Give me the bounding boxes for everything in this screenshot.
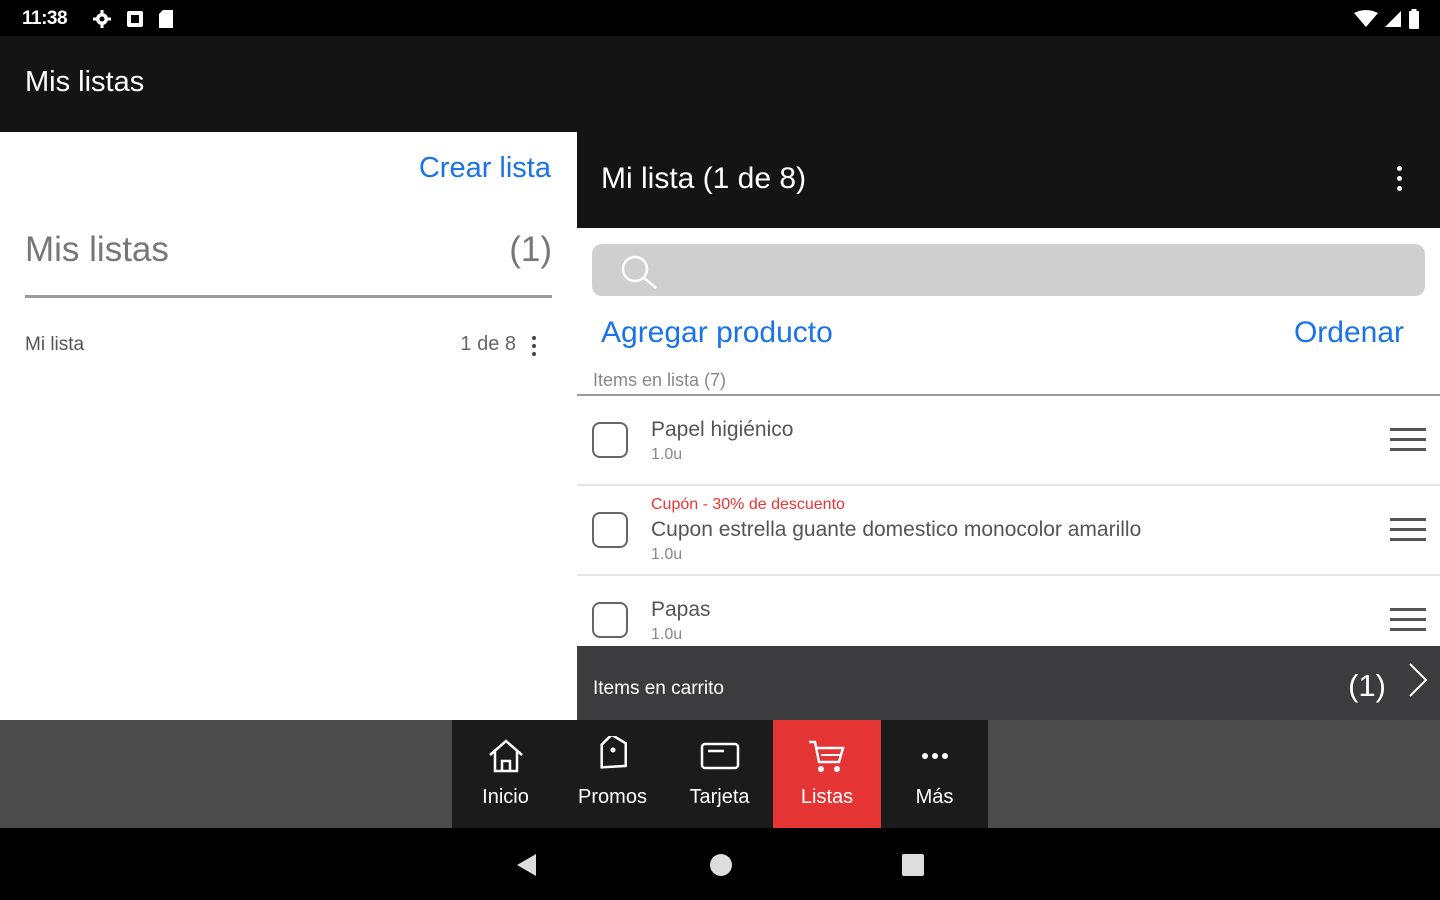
items-count-label: Items en lista (7) [593,370,727,390]
list-item-overflow-icon[interactable] [526,328,542,364]
nav-label: Inicio [482,786,529,808]
search-icon [621,255,657,289]
system-nav-bar [0,828,1440,900]
list-item-name: Mi lista [25,334,85,355]
signal-icon [1385,11,1401,27]
create-list-button[interactable]: Crear lista [419,152,551,185]
search-input[interactable] [672,252,1412,288]
item-name: Cupon estrella guante domestico monocolo… [651,518,1142,541]
list-item-row[interactable]: Papas 1.0u [577,576,1440,646]
list-detail-title: Mi lista (1 de 8) [601,162,807,195]
item-coupon: Cupón - 30% de descuento [651,496,845,513]
list-item-count: 1 de 8 [460,333,516,355]
drag-handle-icon[interactable] [1390,608,1426,631]
nav-item-listas[interactable]: Listas [773,720,881,828]
list-item[interactable]: Mi lista 1 de 8 [25,328,552,364]
cart-count: (1) [1348,668,1386,703]
nav-item-mas[interactable]: Más [881,720,988,828]
drag-handle-icon[interactable] [1390,428,1426,451]
home-nav-icon[interactable] [708,852,734,878]
overflow-menu-icon[interactable] [1397,166,1402,191]
cart-icon [807,736,847,776]
notification-icon [127,11,143,27]
promo-tag-icon [593,736,633,776]
sort-button[interactable]: Ordenar [1294,316,1404,350]
recents-icon[interactable] [900,852,926,878]
list-item-row[interactable]: Cupón - 30% de descuento Cupon estrella … [577,486,1440,576]
nav-label: Tarjeta [689,786,750,808]
status-icons-left [92,9,174,29]
lists-header: Mis listas (1) [25,230,552,298]
app-title: Mis listas [25,66,145,98]
item-name: Papel higiénico [651,418,794,441]
lists-header-title: Mis listas [25,230,169,269]
list-detail-header: Mi lista (1 de 8) [577,132,1440,228]
cart-bar[interactable]: Items en carrito (1) [577,646,1440,720]
item-name: Papas [651,598,711,621]
card-icon [700,736,740,776]
nav-item-inicio[interactable]: Inicio [452,720,559,828]
nav-item-promos[interactable]: Promos [559,720,666,828]
sd-card-icon [159,10,173,28]
item-checkbox[interactable] [592,422,628,458]
add-product-button[interactable]: Agregar producto [601,316,833,350]
lists-header-count: (1) [509,230,552,269]
item-checkbox[interactable] [592,602,628,638]
chevron-right-icon [1409,663,1428,697]
settings-icon [93,10,111,28]
item-qty: 1.0u [651,546,683,563]
nav-item-tarjeta[interactable]: Tarjeta [666,720,773,828]
nav-label: Más [915,786,954,808]
item-qty: 1.0u [651,626,683,643]
nav-label: Promos [578,786,647,808]
list-detail-panel: Mi lista (1 de 8) Agregar producto Orden… [577,132,1440,720]
status-time: 11:38 [22,8,68,29]
app-bar: Mis listas [0,36,1440,132]
wifi-icon [1354,10,1378,27]
drag-handle-icon[interactable] [1390,518,1426,541]
back-icon[interactable] [514,852,540,878]
lists-panel: Crear lista Mis listas (1) Mi lista 1 de… [0,132,577,720]
item-checkbox[interactable] [592,512,628,548]
more-icon [915,736,955,776]
bottom-nav: Inicio Promos Tarjeta Listas Más [0,720,1440,828]
battery-icon [1409,9,1419,29]
status-icons-right [1354,9,1420,29]
nav-label: Listas [800,786,854,808]
home-icon [486,736,526,776]
search-box[interactable] [592,244,1425,296]
item-qty: 1.0u [651,446,683,463]
status-bar: 11:38 [0,0,1440,36]
list-item-row[interactable]: Papel higiénico 1.0u [577,396,1440,486]
bottom-nav-group: Inicio Promos Tarjeta Listas Más [452,720,988,828]
cart-label: Items en carrito [593,678,724,699]
